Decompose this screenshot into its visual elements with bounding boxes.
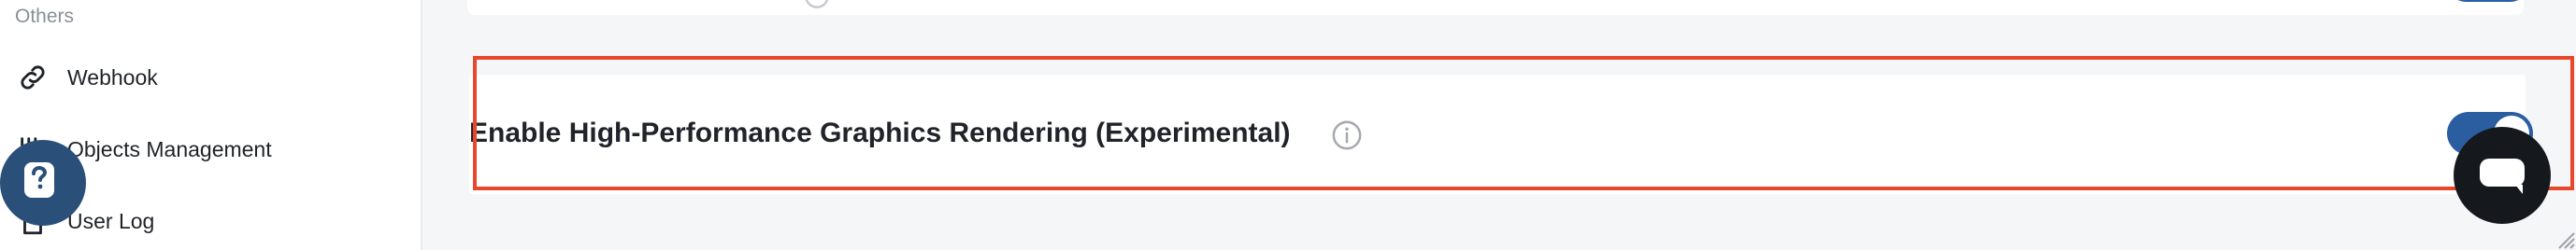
sidebar-item-webhook[interactable]: Webhook [0, 54, 421, 101]
chat-widget-button[interactable] [2454, 127, 2551, 224]
setting-label: Enable High-Performance Graphics Renderi… [469, 118, 1291, 148]
setting-toggle-partial[interactable] [2445, 0, 2524, 2]
chat-icon [2480, 159, 2525, 194]
info-icon[interactable] [1331, 119, 1363, 151]
settings-content: Enable High-Performance Graphics Renderi… [422, 0, 2576, 250]
sidebar-item-label: Webhook [67, 65, 158, 90]
sidebar-item-label: Objects Management [67, 137, 272, 161]
setting-row-high-performance-graphics: Enable High-Performance Graphics Renderi… [469, 75, 2533, 194]
setting-row-partial [467, 0, 2524, 15]
resize-handle-icon[interactable] [2555, 226, 2576, 250]
help-widget-button[interactable] [0, 140, 86, 226]
help-question-icon [24, 162, 54, 198]
link-icon [21, 65, 45, 90]
info-icon[interactable] [804, 0, 830, 9]
sidebar-section-title: Others [15, 6, 75, 27]
